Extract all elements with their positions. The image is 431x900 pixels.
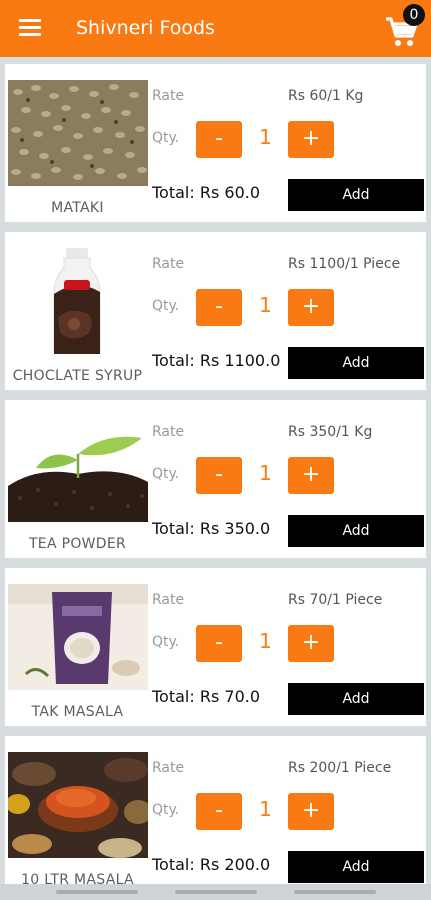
decrease-qty-button[interactable]: - <box>196 121 242 158</box>
product-card: 10 LTR MASALA Rate Rs 200/1 Piece Qty. -… <box>5 736 426 894</box>
increase-qty-button[interactable]: + <box>288 625 334 662</box>
qty-label: Qty. <box>152 298 180 314</box>
rate-label: Rate <box>152 424 185 440</box>
total-price: Total: Rs 350.0 <box>152 519 271 538</box>
qty-value: 1 <box>259 125 272 149</box>
qty-value: 1 <box>259 293 272 317</box>
increase-qty-button[interactable]: + <box>288 793 334 830</box>
product-image <box>8 80 148 186</box>
add-to-cart-button[interactable]: Add <box>288 683 424 715</box>
menu-icon[interactable] <box>19 19 41 39</box>
rate-value: Rs 1100/1 Piece <box>288 256 401 272</box>
rate-label: Rate <box>152 88 185 104</box>
cart-button[interactable]: 0 <box>384 4 425 48</box>
qty-label: Qty. <box>152 634 180 650</box>
add-to-cart-button[interactable]: Add <box>288 851 424 883</box>
qty-label: Qty. <box>152 130 180 146</box>
product-name: CHOCLATE SYRUP <box>12 368 143 384</box>
decrease-qty-button[interactable]: - <box>196 457 242 494</box>
product-name: TAK MASALA <box>31 704 124 720</box>
increase-qty-button[interactable]: + <box>288 289 334 326</box>
rate-value: Rs 350/1 Kg <box>288 424 373 440</box>
qty-label: Qty. <box>152 802 180 818</box>
product-card: MATAKI Rate Rs 60/1 Kg Qty. - 1 + Total:… <box>5 64 426 222</box>
add-to-cart-button[interactable]: Add <box>288 515 424 547</box>
product-image <box>8 584 148 690</box>
system-nav-bar <box>0 884 431 900</box>
qty-value: 1 <box>259 461 272 485</box>
total-price: Total: Rs 70.0 <box>152 687 261 706</box>
app-title: Shivneri Foods <box>76 17 215 39</box>
product-name: TEA POWDER <box>28 536 127 552</box>
qty-value: 1 <box>259 797 272 821</box>
rate-value: Rs 60/1 Kg <box>288 88 364 104</box>
nav-back-handle[interactable] <box>294 890 376 894</box>
total-price: Total: Rs 1100.0 <box>152 351 281 370</box>
decrease-qty-button[interactable]: - <box>196 793 242 830</box>
product-name: MATAKI <box>51 200 104 216</box>
rate-label: Rate <box>152 592 185 608</box>
nav-home-handle[interactable] <box>175 890 257 894</box>
app-bar: Shivneri Foods 0 <box>0 0 431 57</box>
rate-label: Rate <box>152 760 185 776</box>
rate-value: Rs 70/1 Piece <box>288 592 383 608</box>
increase-qty-button[interactable]: + <box>288 457 334 494</box>
decrease-qty-button[interactable]: - <box>196 289 242 326</box>
add-to-cart-button[interactable]: Add <box>288 179 424 211</box>
rate-value: Rs 200/1 Piece <box>288 760 392 776</box>
product-card: TAK MASALA Rate Rs 70/1 Piece Qty. - 1 +… <box>5 568 426 726</box>
product-image <box>8 416 148 522</box>
product-card: CHOCLATE SYRUP Rate Rs 1100/1 Piece Qty.… <box>5 232 426 390</box>
cart-count-badge: 0 <box>403 4 425 26</box>
increase-qty-button[interactable]: + <box>288 121 334 158</box>
product-image <box>8 752 148 858</box>
total-price: Total: Rs 200.0 <box>152 855 271 874</box>
add-to-cart-button[interactable]: Add <box>288 347 424 379</box>
qty-value: 1 <box>259 629 272 653</box>
product-card: TEA POWDER Rate Rs 350/1 Kg Qty. - 1 + T… <box>5 400 426 558</box>
rate-label: Rate <box>152 256 185 272</box>
decrease-qty-button[interactable]: - <box>196 625 242 662</box>
product-image <box>8 248 148 354</box>
nav-recents-handle[interactable] <box>56 890 138 894</box>
qty-label: Qty. <box>152 466 180 482</box>
total-price: Total: Rs 60.0 <box>152 183 261 202</box>
